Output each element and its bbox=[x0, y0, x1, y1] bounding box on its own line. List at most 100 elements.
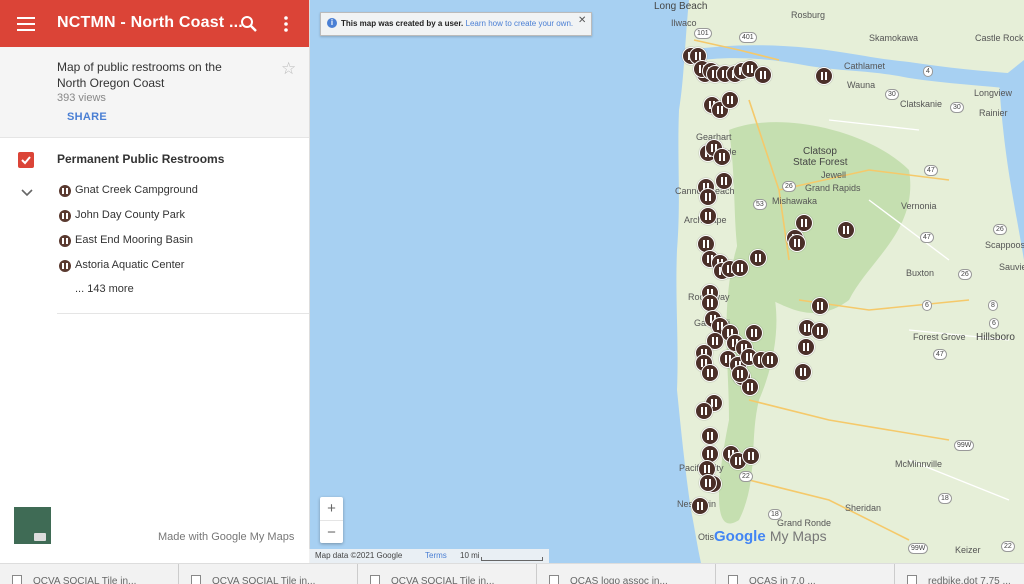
map-info: Map of public restrooms on the North Ore… bbox=[0, 47, 309, 138]
map-label: Grand Ronde bbox=[777, 518, 832, 528]
route-shield: 26 bbox=[993, 224, 1007, 235]
layer-section: Permanent Public Restrooms Gnat Creek Ca… bbox=[0, 137, 309, 317]
route-shield: 26 bbox=[958, 269, 972, 280]
left-panel: NCTMN - North Coast ... Map of public re… bbox=[0, 0, 310, 563]
download-item[interactable]: OCAS logo assoc in... bbox=[537, 564, 716, 584]
restroom-icon bbox=[59, 185, 71, 197]
star-icon[interactable]: ☆ bbox=[281, 59, 296, 79]
route-shield: 18 bbox=[768, 509, 782, 520]
layer-item[interactable]: East End Mooring Basin bbox=[59, 232, 294, 250]
map-label: Clatsop bbox=[803, 146, 837, 157]
map-label: Keizer bbox=[955, 545, 981, 555]
download-item[interactable]: OCAS in 7.0 ... bbox=[716, 564, 895, 584]
layer-item[interactable]: Gnat Creek Campground bbox=[59, 182, 294, 200]
terms-link[interactable]: Terms bbox=[425, 551, 447, 560]
my-maps-app: NCTMN - North Coast ... Map of public re… bbox=[0, 0, 1024, 563]
restroom-marker[interactable] bbox=[691, 497, 709, 515]
map-label: State Forest bbox=[793, 157, 848, 168]
my-maps-label: My Maps bbox=[769, 528, 827, 544]
route-shield: 47 bbox=[933, 349, 947, 360]
route-shield: 6 bbox=[922, 300, 932, 311]
restroom-marker[interactable] bbox=[695, 402, 713, 420]
route-shield: 22 bbox=[1001, 541, 1015, 552]
map-label: Forest Grove bbox=[913, 332, 966, 342]
user-map-banner: i This map was created by a user. Learn … bbox=[320, 12, 592, 36]
header-bar: NCTMN - North Coast ... bbox=[0, 0, 309, 47]
info-icon: i bbox=[327, 18, 337, 28]
route-shield: 30 bbox=[885, 89, 899, 100]
restroom-marker[interactable] bbox=[713, 148, 731, 166]
route-shield: 47 bbox=[924, 165, 938, 176]
scale-label: 10 mi bbox=[460, 551, 480, 560]
restroom-marker[interactable] bbox=[794, 363, 812, 381]
download-item[interactable]: OCVA SOCIAL Tile in... bbox=[358, 564, 537, 584]
map-label: Castle Rock bbox=[975, 33, 1024, 43]
restroom-icon bbox=[59, 235, 71, 247]
route-shield: 22 bbox=[739, 471, 753, 482]
restroom-marker[interactable] bbox=[815, 67, 833, 85]
restroom-marker[interactable] bbox=[797, 338, 815, 356]
restroom-marker[interactable] bbox=[715, 172, 733, 190]
map-base bbox=[309, 0, 1024, 563]
layer-item[interactable]: John Day County Park bbox=[59, 207, 294, 225]
menu-icon[interactable] bbox=[15, 13, 37, 35]
restroom-marker[interactable] bbox=[837, 221, 855, 239]
map-title: NCTMN - North Coast ... bbox=[57, 14, 243, 31]
keyboard-icon bbox=[34, 533, 46, 541]
restroom-marker[interactable] bbox=[731, 365, 749, 383]
route-shield: 99W bbox=[954, 440, 975, 451]
search-icon[interactable] bbox=[238, 13, 260, 35]
google-logo: Google bbox=[714, 528, 766, 545]
map-label: Rosburg bbox=[791, 10, 826, 20]
map-label: Jewell bbox=[821, 170, 847, 180]
made-with-label: Made with Google My Maps bbox=[158, 531, 295, 543]
basemap-thumbnail[interactable] bbox=[14, 507, 51, 544]
restroom-marker[interactable] bbox=[699, 207, 717, 225]
restroom-marker[interactable] bbox=[811, 322, 829, 340]
map-canvas[interactable]: i This map was created by a user. Learn … bbox=[309, 0, 1024, 563]
route-shield: 53 bbox=[753, 199, 767, 210]
layer-item[interactable]: Astoria Aquatic Center bbox=[59, 257, 294, 275]
learn-more-link[interactable]: Learn how to create your own. bbox=[466, 19, 574, 28]
route-shield: 401 bbox=[739, 32, 757, 43]
map-label: Hillsboro bbox=[976, 332, 1015, 343]
route-shield: 18 bbox=[938, 493, 952, 504]
layer-name: Permanent Public Restrooms bbox=[57, 152, 225, 166]
route-shield: 30 bbox=[950, 102, 964, 113]
restroom-marker[interactable] bbox=[699, 474, 717, 492]
download-item[interactable]: OCVA SOCIAL Tile in... bbox=[179, 564, 358, 584]
restroom-marker[interactable] bbox=[742, 447, 760, 465]
map-label: Sheridan bbox=[845, 503, 882, 513]
more-items-link[interactable]: ... 143 more bbox=[75, 283, 134, 295]
restroom-marker[interactable] bbox=[701, 427, 719, 445]
layer-checkbox[interactable] bbox=[18, 152, 34, 168]
scale-bar bbox=[481, 557, 543, 561]
restroom-marker[interactable] bbox=[754, 66, 772, 84]
restroom-marker[interactable] bbox=[749, 249, 767, 267]
route-shield: 47 bbox=[920, 232, 934, 243]
more-options-icon[interactable] bbox=[275, 13, 297, 35]
restroom-marker[interactable] bbox=[745, 324, 763, 342]
close-icon[interactable]: ✕ bbox=[578, 15, 586, 26]
restroom-marker[interactable] bbox=[721, 91, 739, 109]
restroom-marker[interactable] bbox=[701, 364, 719, 382]
map-label: Rainier bbox=[979, 108, 1008, 118]
restroom-marker[interactable] bbox=[761, 351, 779, 369]
zoom-in-button[interactable]: + bbox=[320, 497, 343, 521]
zoom-control: + − bbox=[320, 497, 343, 543]
map-label: Clatskanie bbox=[900, 99, 943, 109]
map-label: Otis bbox=[698, 532, 715, 542]
map-label: Sauvie bbox=[999, 262, 1024, 272]
map-label: Ilwaco bbox=[671, 18, 697, 28]
restroom-marker[interactable] bbox=[788, 234, 806, 252]
map-label: Cathlamet bbox=[844, 61, 886, 71]
restroom-marker[interactable] bbox=[731, 259, 749, 277]
share-button[interactable]: SHARE bbox=[67, 111, 107, 123]
restroom-marker[interactable] bbox=[811, 297, 829, 315]
download-item[interactable]: OCVA SOCIAL Tile in... bbox=[0, 564, 179, 584]
download-item[interactable]: redbike.dot 7.75 ... bbox=[895, 564, 1024, 584]
restroom-marker[interactable] bbox=[699, 188, 717, 206]
zoom-out-button[interactable]: − bbox=[320, 521, 343, 544]
chevron-down-icon[interactable] bbox=[20, 185, 34, 197]
map-description: Map of public restrooms on the North Ore… bbox=[57, 60, 222, 90]
